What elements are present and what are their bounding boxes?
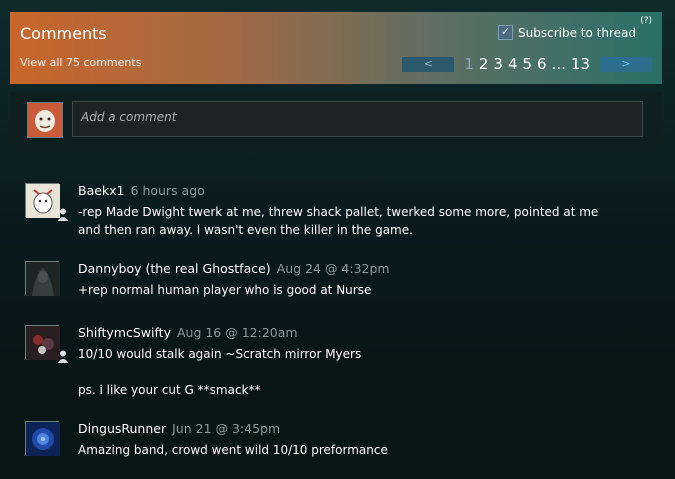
comment-timestamp: Aug 24 @ 4:32pm: [276, 261, 390, 276]
avatar[interactable]: [25, 421, 60, 456]
comment-timestamp: Jun 21 @ 3:45pm: [172, 421, 281, 436]
page-5[interactable]: 5: [523, 55, 533, 73]
friend-icon: [56, 348, 70, 363]
page-2[interactable]: 2: [479, 55, 489, 73]
avatar[interactable]: [25, 183, 60, 218]
avatar-image-icon: [28, 103, 62, 137]
comment-author[interactable]: ShiftymcSwifty: [78, 325, 171, 340]
avatar: [27, 102, 63, 138]
comment-text-extra: ps. i like your cut G **smack**: [78, 383, 261, 397]
page-3[interactable]: 3: [493, 55, 503, 73]
friend-icon: [56, 206, 70, 221]
comments-panel: Comments View all 75 comments ✓ Subscrib…: [0, 0, 675, 479]
next-page-button[interactable]: >: [600, 56, 652, 72]
comment-text: +rep normal human player who is good at …: [78, 283, 372, 297]
comment-text: -rep Made Dwight twerk at me, threw shac…: [78, 205, 599, 237]
comment-text: Amazing band, crowd went wild 10/10 pref…: [78, 443, 388, 457]
checkbox-icon[interactable]: ✓: [498, 25, 514, 40]
page-ellipsis: ...: [551, 55, 566, 73]
avatar-image-icon: [26, 184, 60, 218]
comment-meta: Dannyboy (the real Ghostface) Aug 24 @ 4:…: [78, 261, 390, 276]
comment-timestamp: 6 hours ago: [130, 183, 205, 198]
comments-header: Comments View all 75 comments ✓ Subscrib…: [10, 12, 662, 84]
avatar-image-icon: [26, 262, 60, 296]
pagination: < 1 2 3 4 5 6 ... 13 >: [402, 55, 652, 73]
add-comment-row: Add a comment: [10, 92, 662, 150]
avatar-image-icon: [26, 326, 60, 360]
comment-body: Baekx1 6 hours ago -rep Made Dwight twerk…: [78, 183, 608, 239]
avatar[interactable]: [25, 261, 60, 296]
add-comment-input[interactable]: Add a comment: [72, 101, 643, 137]
comment-meta: DingusRunner Jun 21 @ 3:45pm: [78, 421, 388, 436]
comments-title: Comments: [20, 24, 107, 43]
avatar[interactable]: [25, 325, 60, 360]
comment-text: 10/10 would stalk again ~Scratch mirror …: [78, 347, 362, 361]
comment-body: DingusRunner Jun 21 @ 3:45pm Amazing band…: [78, 421, 388, 459]
avatar-image-icon: [26, 422, 60, 456]
comment-body: ShiftymcSwifty Aug 16 @ 12:20am 10/10 wou…: [78, 325, 361, 399]
comment-author[interactable]: Baekx1: [78, 183, 125, 198]
comment-author[interactable]: Dannyboy (the real Ghostface): [78, 261, 271, 276]
comment-body: Dannyboy (the real Ghostface) Aug 24 @ 4:…: [78, 261, 390, 299]
view-all-comments-link[interactable]: View all 75 comments: [20, 56, 141, 69]
comment-author[interactable]: DingusRunner: [78, 421, 166, 436]
page-13[interactable]: 13: [571, 55, 590, 73]
subscribe-label: Subscribe to thread: [518, 25, 636, 40]
page-4[interactable]: 4: [508, 55, 518, 73]
prev-page-button[interactable]: <: [402, 56, 455, 72]
page-numbers: 1 2 3 4 5 6 ... 13: [464, 55, 590, 73]
comment-meta: ShiftymcSwifty Aug 16 @ 12:20am: [78, 325, 361, 340]
subscribe-toggle[interactable]: ✓ Subscribe to thread: [498, 25, 636, 40]
comment-timestamp: Aug 16 @ 12:20am: [176, 325, 298, 340]
page-1[interactable]: 1: [464, 55, 474, 73]
page-6[interactable]: 6: [537, 55, 547, 73]
help-icon[interactable]: (?): [640, 16, 652, 26]
comment-meta: Baekx1 6 hours ago: [78, 183, 608, 198]
